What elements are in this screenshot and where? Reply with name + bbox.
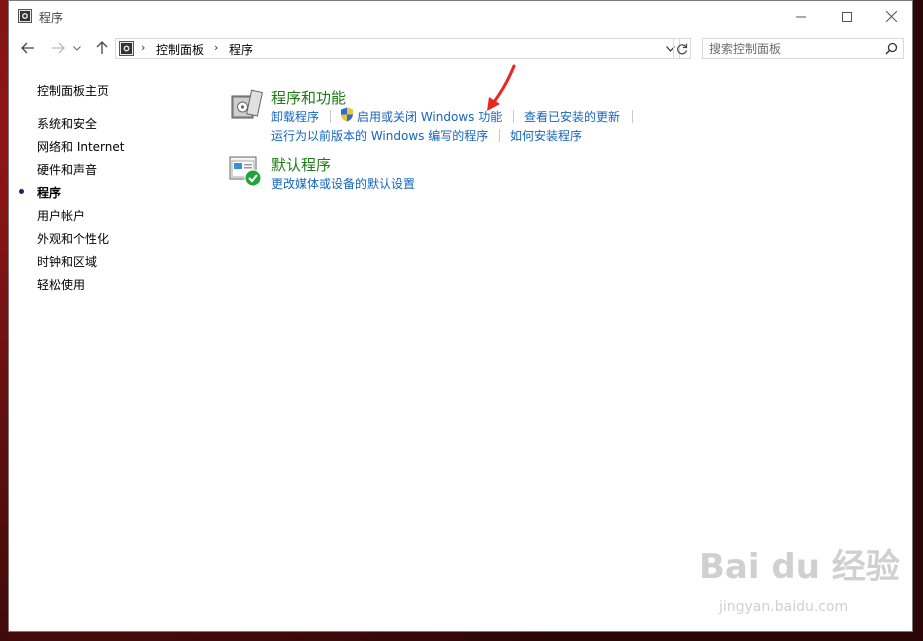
category-title-default-programs[interactable]: 默认程序 [271,154,331,175]
sidebar-item-hardware-sound[interactable]: 硬件和声音 [37,161,97,178]
default-programs-icon [229,156,262,187]
how-to-install-link[interactable]: 如何安装程序 [510,127,582,144]
control-panel-window: 程序 › 控制面板 › 程序 搜索控制面板 控制面板主页 系统和安全 网络和 I… [8,0,913,632]
annotation-arrow-icon [487,64,516,111]
control-panel-icon [119,41,134,56]
refresh-button[interactable] [673,38,691,59]
breadcrumb-separator-icon: › [141,41,146,54]
recent-locations-button[interactable] [71,38,83,58]
change-media-defaults-link[interactable]: 更改媒体或设备的默认设置 [271,175,415,192]
title-bar: 程序 [9,1,912,32]
sidebar-item-system-security[interactable]: 系统和安全 [37,115,97,132]
link-separator [499,129,500,142]
refresh-icon [677,43,688,54]
close-icon [885,11,897,22]
sidebar-item-programs[interactable]: 程序 [37,184,61,201]
navigation-bar: › 控制面板 › 程序 [9,32,912,64]
breadcrumb-separator-icon: › [214,41,219,54]
window-title: 程序 [39,11,64,25]
back-button[interactable] [18,38,38,58]
run-older-programs-link[interactable]: 运行为以前版本的 Windows 编写的程序 [271,127,488,144]
link-separator [330,110,331,123]
arrow-left-icon [21,42,34,54]
search-input[interactable] [709,40,874,57]
maximize-button[interactable] [824,1,870,32]
maximize-icon [842,11,852,22]
link-separator [632,110,633,123]
view-installed-updates-link[interactable]: 查看已安装的更新 [524,108,620,125]
minimize-icon [796,16,806,17]
address-bar[interactable]: › 控制面板 › 程序 [115,38,680,59]
turn-windows-features-link[interactable]: 启用或关闭 Windows 功能 [357,108,502,125]
uninstall-program-link[interactable]: 卸载程序 [271,108,319,125]
sidebar-item-ease-of-access[interactable]: 轻松使用 [37,276,85,293]
active-item-bullet-icon [19,189,24,194]
arrow-right-icon [52,42,65,54]
chevron-down-icon [73,45,81,51]
breadcrumb-programs[interactable]: 程序 [229,41,253,58]
breadcrumb-control-panel[interactable]: 控制面板 [156,41,204,58]
baidu-watermark: Bai du 经验 [699,547,900,587]
minimize-button[interactable] [778,1,824,32]
baidu-watermark-url: jingyan.baidu.com [719,599,849,615]
up-button[interactable] [92,38,112,58]
sidebar-item-appearance[interactable]: 外观和个性化 [37,230,109,247]
sidebar-item-user-accounts[interactable]: 用户帐户 [37,207,85,224]
programs-features-icon [231,89,263,119]
arrow-up-icon [96,41,108,54]
search-box[interactable] [702,38,904,59]
close-button[interactable] [868,1,914,32]
forward-button[interactable] [48,38,68,58]
sidebar-item-network-internet[interactable]: 网络和 Internet [37,138,124,155]
control-panel-icon [18,9,32,23]
sidebar-item-clock-region[interactable]: 时钟和区域 [37,253,97,270]
category-title-programs-features[interactable]: 程序和功能 [271,87,346,108]
uac-shield-icon [341,107,353,122]
control-panel-home-link[interactable]: 控制面板主页 [37,82,109,99]
search-icon[interactable] [885,42,898,55]
